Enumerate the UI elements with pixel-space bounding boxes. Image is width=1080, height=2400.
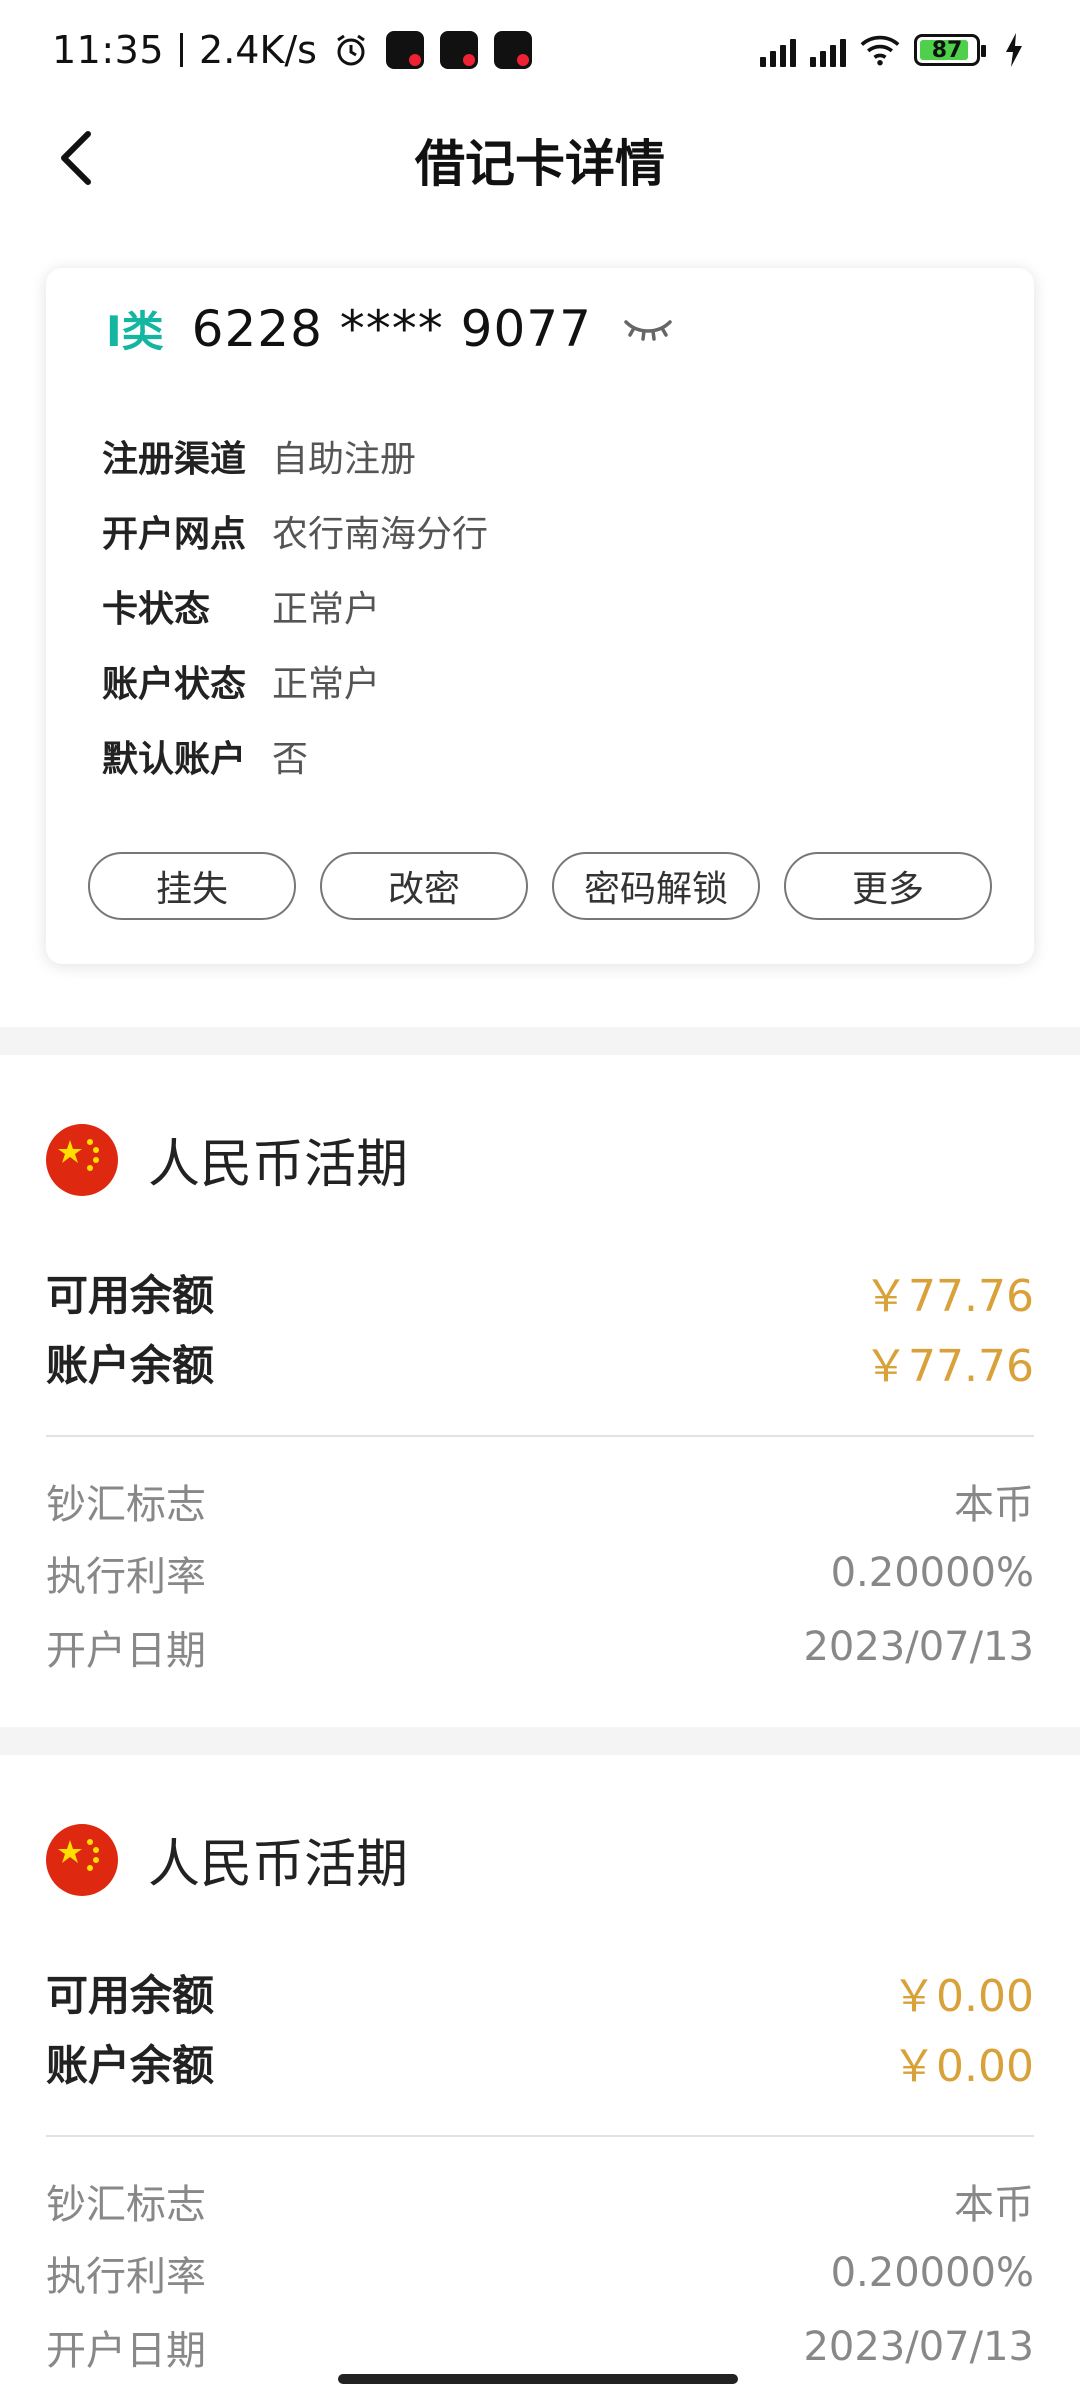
app-notification-icon [493,30,533,70]
available-balance-label: 可用余额 [46,1970,215,2020]
meta-label: 开户日期 [46,1628,206,1674]
meta-value: 0.20000% [830,2250,1034,2296]
app-header: 借记卡详情 [0,100,1080,230]
status-left: 11:35 2.4K/s [52,28,533,72]
info-value: 农行南海分行 [272,513,489,555]
info-row-default-account: 默认账户 否 [102,718,488,793]
available-balance-row: 可用余额 ￥0.00 [46,1960,1034,2024]
meta-value: 本币 [954,2182,1034,2228]
available-balance-label: 可用余额 [46,1270,215,1320]
meta-value: 本币 [954,1482,1034,1528]
report-loss-button[interactable]: 挂失 [88,852,296,920]
status-net-speed: 2.4K/s [199,28,317,72]
debit-card-panel: I类 6228 **** 9077 注册渠道 自助注册 开户网点 农行南海分行 … [46,268,1034,964]
section-divider [0,1027,1080,1055]
eye-closed-icon[interactable] [620,312,676,346]
status-separator [180,33,184,67]
meta-value: 0.20000% [830,1550,1034,1596]
section-divider [0,1727,1080,1755]
interest-rate-row: 执行利率 0.20000% [46,2244,1034,2302]
china-flag-icon [46,1123,118,1196]
page-title: 借记卡详情 [415,135,665,193]
wifi-icon [860,30,900,70]
available-balance-row: 可用余额 ￥77.76 [46,1260,1034,1324]
info-value: 否 [272,738,309,780]
alarm-icon [331,30,371,70]
meta-label: 钞汇标志 [46,1482,206,1528]
status-right: 87 [760,30,1034,70]
info-row-account-status: 账户状态 正常户 [102,643,488,718]
currency-type-row: 钞汇标志 本币 [46,2172,1034,2230]
info-value: 正常户 [272,588,381,630]
info-row-card-status: 卡状态 正常户 [102,568,488,643]
app-notification-icon [439,30,479,70]
account-balance-row: 账户余额 ￥0.00 [46,2030,1034,2094]
available-balance-value: ￥77.76 [864,1271,1034,1322]
account-header: 人民币活期 [46,1822,408,1897]
meta-label: 执行利率 [46,1554,206,1600]
meta-label: 开户日期 [46,2328,206,2374]
account-header: 人民币活期 [46,1122,408,1197]
card-info-list: 注册渠道 自助注册 开户网点 农行南海分行 卡状态 正常户 账户状态 正常户 默… [102,418,488,793]
card-type-badge: I类 [106,307,164,356]
meta-label: 钞汇标志 [46,2182,206,2228]
info-label: 开户网点 [102,513,247,555]
more-button[interactable]: 更多 [784,852,992,920]
meta-value: 2023/07/13 [803,2324,1034,2370]
info-row-registration-channel: 注册渠道 自助注册 [102,418,488,493]
account-balance-value: ￥0.00 [892,2041,1034,2092]
account-balance-row: 账户余额 ￥77.76 [46,1330,1034,1394]
info-label: 注册渠道 [102,438,247,480]
cell-signal-icon [760,33,796,67]
info-value: 正常户 [272,663,381,705]
battery-icon: 87 [914,34,986,66]
account-balance-label: 账户余额 [46,1340,215,1390]
unlock-password-button[interactable]: 密码解锁 [552,852,760,920]
opening-date-row: 开户日期 2023/07/13 [46,2318,1034,2376]
status-bar: 11:35 2.4K/s 87 [0,0,1080,100]
card-actions: 挂失 改密 密码解锁 更多 [88,852,992,920]
account-name: 人民币活期 [148,1835,409,1895]
opening-date-row: 开户日期 2023/07/13 [46,1618,1034,1676]
charging-icon [994,30,1034,70]
info-row-opening-branch: 开户网点 农行南海分行 [102,493,488,568]
cell-signal-icon [810,33,846,67]
info-label: 账户状态 [102,663,247,705]
info-value: 自助注册 [272,438,417,480]
app-notification-icon [385,30,425,70]
account-balance-label: 账户余额 [46,2040,215,2090]
account-balance-value: ￥77.76 [864,1341,1034,1392]
divider [46,1435,1034,1437]
account-name: 人民币活期 [148,1135,409,1195]
card-number-row: I类 6228 **** 9077 [106,298,676,359]
interest-rate-row: 执行利率 0.20000% [46,1544,1034,1602]
status-time: 11:35 [52,28,165,72]
battery-level: 87 [931,37,963,63]
available-balance-value: ￥0.00 [892,1971,1034,2022]
card-number: 6228 **** 9077 [191,299,592,358]
home-indicator[interactable] [338,2374,738,2384]
meta-label: 执行利率 [46,2254,206,2300]
change-password-button[interactable]: 改密 [320,852,528,920]
currency-type-row: 钞汇标志 本币 [46,1472,1034,1530]
meta-value: 2023/07/13 [803,1624,1034,1670]
divider [46,2135,1034,2137]
info-label: 卡状态 [102,588,211,630]
china-flag-icon [46,1823,118,1896]
info-label: 默认账户 [102,738,247,780]
